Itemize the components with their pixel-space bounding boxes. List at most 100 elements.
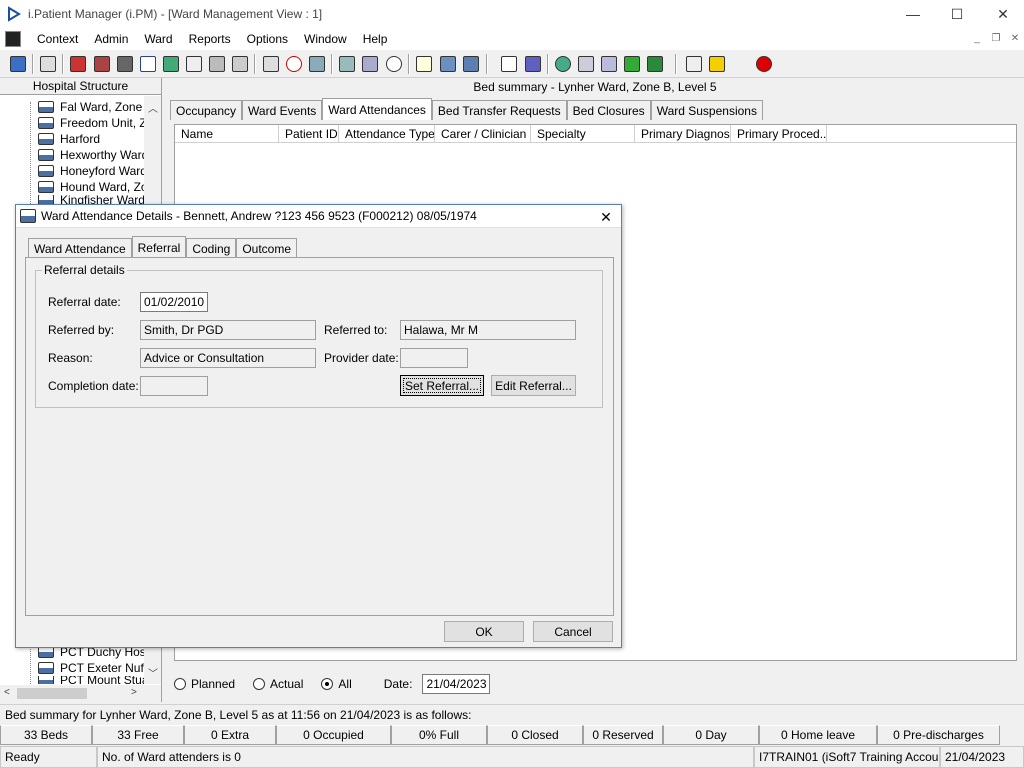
tree-item-ward[interactable]: Freedom Unit, Zo (38, 115, 148, 131)
menu-window[interactable]: Window (296, 32, 355, 46)
printer-icon[interactable] (38, 54, 58, 74)
pointer-icon[interactable] (230, 54, 250, 74)
menu-help[interactable]: Help (355, 32, 396, 46)
list-header: Name Patient ID Attendance Type Carer / … (175, 125, 1016, 143)
radio-circle (321, 678, 334, 690)
tree-item-ward[interactable]: Hound Ward, Zo (38, 179, 148, 195)
case-notes-icon[interactable] (68, 54, 88, 74)
mdi-close-button[interactable]: ✕ (1006, 30, 1024, 46)
scroll-thumb[interactable] (17, 688, 87, 699)
timer-icon[interactable] (384, 54, 404, 74)
exit-icon[interactable] (754, 54, 774, 74)
tree-item-ward[interactable]: Honeyford Ward, (38, 163, 148, 179)
maximize-button[interactable]: ☐ (934, 0, 980, 28)
bed-user-icon[interactable] (461, 54, 481, 74)
column-primary-diagnosis[interactable]: Primary Diagnosis (635, 125, 731, 143)
notes-icon[interactable] (184, 54, 204, 74)
mdi-document-icon[interactable] (5, 31, 21, 47)
screen-icon[interactable] (307, 54, 327, 74)
tab-coding[interactable]: Coding (186, 238, 237, 258)
tree-horizontal-scrollbar[interactable]: < > (0, 685, 161, 702)
report-icon[interactable] (337, 54, 357, 74)
clock-icon[interactable] (284, 54, 304, 74)
scroll-left-arrow-icon[interactable]: < (4, 687, 10, 698)
tab-occupancy[interactable]: Occupancy (170, 100, 243, 120)
radio-all[interactable]: All (321, 677, 352, 691)
admission-icon[interactable] (92, 54, 112, 74)
list-icon[interactable] (414, 54, 434, 74)
refresh-green-icon[interactable] (622, 54, 642, 74)
bed-summary-status: Bed summary for Lynher Ward, Zone B, Lev… (0, 704, 1024, 724)
toolbar-separator (486, 54, 488, 74)
tab-bed-closures[interactable]: Bed Closures (566, 100, 651, 120)
menu-context[interactable]: Context (29, 32, 86, 46)
filter-check-icon[interactable] (599, 54, 619, 74)
mdi-restore-button[interactable]: ❐ (987, 30, 1005, 46)
stat-home-leave: 0 Home leave (759, 725, 877, 745)
tree-item-ward[interactable]: Hexworthy Ward, (38, 147, 148, 163)
cancel-action-icon[interactable] (261, 54, 281, 74)
radio-circle (174, 678, 186, 690)
radio-planned[interactable]: Planned (174, 677, 235, 691)
menu-admin[interactable]: Admin (86, 32, 136, 46)
flag-icon[interactable] (207, 54, 227, 74)
menu-reports[interactable]: Reports (181, 32, 239, 46)
cancel-button[interactable]: Cancel (533, 621, 613, 642)
monitor-icon[interactable] (115, 54, 135, 74)
transfer-arrows-icon[interactable] (684, 54, 704, 74)
approve-icon[interactable] (576, 54, 596, 74)
set-referral-button[interactable]: Set Referral... (400, 375, 484, 396)
date-input[interactable]: 21/04/2023 (422, 674, 491, 694)
radio-actual[interactable]: Actual (253, 677, 303, 691)
minimize-button[interactable]: — (890, 0, 936, 28)
tree-item-hospital[interactable]: PCT Exeter Nuffie (38, 660, 148, 676)
scroll-down-arrow-icon[interactable]: ﹀ (148, 665, 158, 680)
menu-options[interactable]: Options (239, 32, 296, 46)
column-name[interactable]: Name (175, 125, 279, 143)
scroll-up-arrow-icon[interactable]: ︿ (148, 100, 158, 115)
referral-date-field[interactable]: 01/02/2010 (140, 292, 208, 312)
tab-outcome[interactable]: Outcome (236, 238, 298, 258)
reason-field: Advice or Consultation (140, 348, 316, 368)
document-icon[interactable] (499, 54, 519, 74)
close-button[interactable]: ✕ (980, 0, 1024, 28)
sync-green-icon[interactable] (645, 54, 665, 74)
date-label: Date: (383, 677, 413, 691)
tree-item-ward[interactable]: Kingfisher Ward (38, 195, 148, 204)
bed-transfer-icon[interactable] (438, 54, 458, 74)
warning-icon[interactable] (707, 54, 727, 74)
edit-referral-button[interactable]: Edit Referral... (491, 375, 576, 396)
column-specialty[interactable]: Specialty (531, 125, 635, 143)
column-attendance-type[interactable]: Attendance Type (339, 125, 435, 143)
menu-ward[interactable]: Ward (136, 32, 180, 46)
tab-ward-suspensions[interactable]: Ward Suspensions (650, 100, 763, 120)
tab-ward-attendances[interactable]: Ward Attendances (322, 98, 432, 120)
ok-button[interactable]: OK (444, 621, 524, 642)
column-patient-id[interactable]: Patient ID (279, 125, 339, 143)
tab-bed-transfer-requests[interactable]: Bed Transfer Requests (431, 100, 567, 120)
tree-item-ward[interactable]: Fal Ward, Zone E (38, 99, 148, 115)
tree-item-ward[interactable]: Harford (38, 131, 148, 147)
reason-label: Reason: (48, 351, 93, 365)
tab-ward-events[interactable]: Ward Events (242, 100, 323, 120)
attendance-filter: Planned Actual All Date: 21/04/2023 (174, 672, 491, 696)
radio-selected-dot (325, 682, 330, 686)
dialog-close-icon[interactable]: ✕ (597, 208, 615, 226)
tab-ward-attendance[interactable]: Ward Attendance (28, 238, 132, 258)
status-bar: Ready No. of Ward attenders is 0 I7TRAIN… (0, 746, 1024, 768)
globe-icon[interactable] (553, 54, 573, 74)
patient-search-icon[interactable] (8, 54, 28, 74)
bar-chart-icon[interactable] (523, 54, 543, 74)
column-carer-clinician[interactable]: Carer / Clinician (435, 125, 531, 143)
bed-icon (38, 662, 54, 674)
column-primary-procedure[interactable]: Primary Proced... (731, 125, 827, 143)
clinician-icon[interactable] (161, 54, 181, 74)
mdi-minimize-button[interactable]: _ (968, 30, 986, 46)
tree-item-hospital[interactable]: PCT Mount Stuar (38, 676, 148, 684)
toolbar-separator (254, 54, 256, 74)
m-letter-icon[interactable] (138, 54, 158, 74)
tab-referral[interactable]: Referral (131, 236, 187, 258)
bed-icon (38, 676, 54, 684)
scroll-right-arrow-icon[interactable]: > (131, 687, 137, 698)
edit-report-icon[interactable] (360, 54, 380, 74)
